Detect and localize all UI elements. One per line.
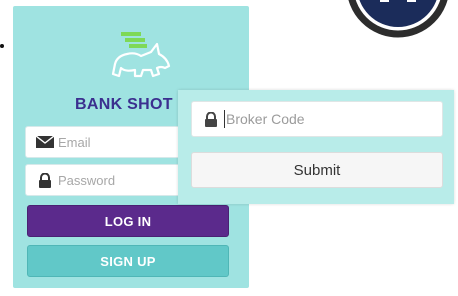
text-cursor <box>224 110 225 128</box>
email-input[interactable] <box>58 134 178 150</box>
submit-button[interactable]: Submit <box>191 152 443 188</box>
brand-name: BANK SHOT <box>75 96 173 113</box>
password-input[interactable] <box>58 172 178 188</box>
broker-code-overlay: Submit <box>178 90 454 204</box>
broker-code-input[interactable] <box>226 111 426 127</box>
password-field[interactable] <box>25 164 197 196</box>
login-button[interactable]: LOG IN <box>27 205 229 237</box>
rhino-logo-icon <box>107 28 177 84</box>
lock-icon <box>204 111 218 127</box>
corner-logo-icon <box>338 0 458 38</box>
email-field[interactable] <box>25 126 197 158</box>
signup-button[interactable]: SIGN UP <box>27 245 229 277</box>
bullet-dot <box>0 44 4 48</box>
broker-code-field[interactable] <box>191 101 443 137</box>
envelope-icon <box>36 135 54 149</box>
lock-icon <box>36 172 54 188</box>
